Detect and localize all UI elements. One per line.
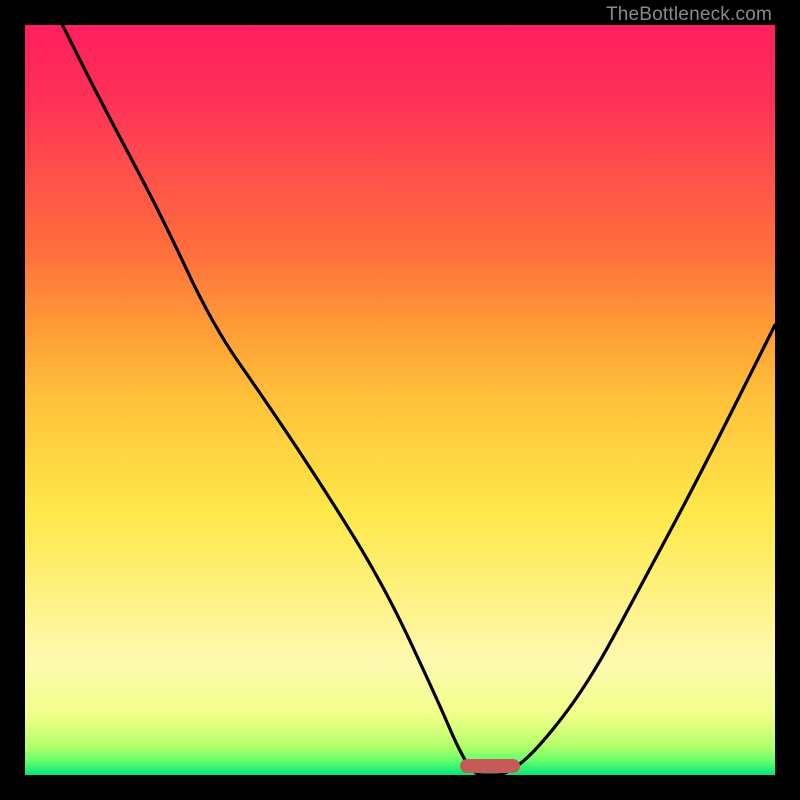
bottleneck-curve [25,25,775,775]
chart-frame: TheBottleneck.com [0,0,800,800]
minimum-marker [460,759,520,773]
plot-area [25,25,775,775]
attribution-label: TheBottleneck.com [606,4,772,26]
